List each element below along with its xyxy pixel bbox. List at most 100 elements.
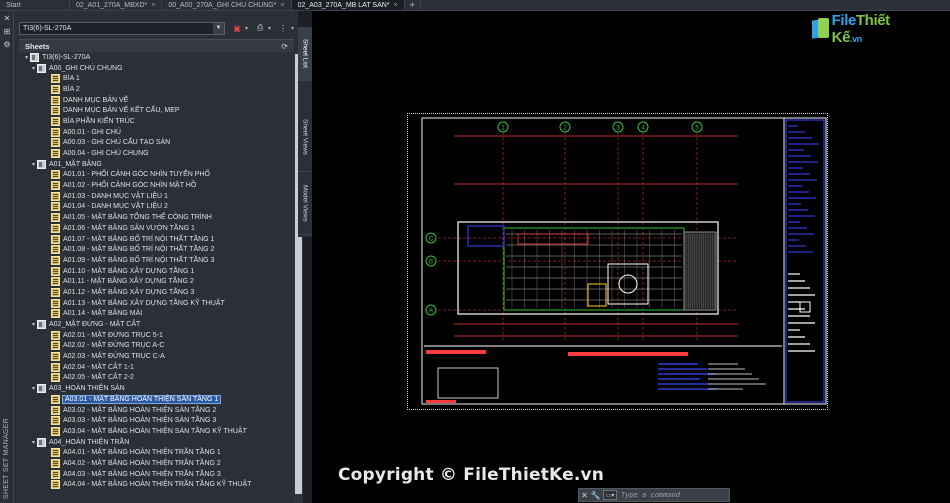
sheet-item[interactable]: A01.02 - PHỐI CẢNH GÓC NHÌN MẶT HỒ <box>19 180 294 191</box>
sheet-item[interactable]: A01.09 - MẶT BẰNG BỐ TRÍ NỘI THẤT TẦNG 3 <box>19 255 294 266</box>
sheet-item[interactable]: A01.03 - DANH MỤC VẬT LIỆU 1 <box>19 191 294 202</box>
sheet-item[interactable]: BÌA PHẦN KIẾN TRÚC <box>19 116 294 127</box>
sheet-item[interactable]: A01.08 - MẶT BẰNG BỐ TRÍ NỘI THẤT TẦNG 2 <box>19 244 294 255</box>
sheet-item[interactable]: A01.10 - MẶT BẰNG XÂY DỰNG TẦNG 1 <box>19 266 294 277</box>
chevron-down-icon[interactable]: ▼ <box>213 22 224 34</box>
sheet-item[interactable]: A02.02 - MẶT ĐỨNG TRỤC A-C <box>19 341 294 352</box>
sheet-item[interactable]: A01.04 - DANH MỤC VẬT LIỆU 2 <box>19 202 294 213</box>
tab-document[interactable]: 02_A01_270A_MBXD* × <box>70 0 163 10</box>
sheet-icon <box>51 352 60 362</box>
tab-document[interactable]: 00_A00_270A_GHI CHU CHUNG* × <box>162 0 292 10</box>
tree-item-label: A01.08 - MẶT BẰNG BỐ TRÍ NỘI THẤT TẦNG 2 <box>63 246 215 254</box>
document-tab-bar: Start 02_A01_270A_MBXD* × 00_A00_270A_GHI C… <box>0 0 950 11</box>
sheet-icon <box>51 287 60 297</box>
close-icon[interactable]: ✕ <box>579 491 590 500</box>
expand-toggle-icon[interactable]: ▾ <box>30 65 37 72</box>
chevron-down-icon[interactable]: ▾ <box>291 25 294 32</box>
expand-toggle-icon[interactable]: ▾ <box>30 385 37 392</box>
sheet-item[interactable]: A01.12 - MẶT BẰNG XÂY DỰNG TẦNG 3 <box>19 287 294 298</box>
sheet-set-root[interactable]: ▾ TI3(6)-SL-270A <box>19 52 294 63</box>
sheet-item[interactable]: A01.06 - MẶT BẰNG SÂN VƯỜN TẦNG 1 <box>19 223 294 234</box>
tab-document[interactable]: 02_A03_270A_MB LAT SAN* × <box>291 0 405 10</box>
sheet-item[interactable]: BÌA 1 <box>19 73 294 84</box>
expand-toggle-icon[interactable]: ▾ <box>30 439 37 446</box>
sheet-item[interactable]: A03.01 - MẶT BẰNG HOÀN THIỆN SÀN TẦNG 1 <box>19 394 294 405</box>
sheet-item[interactable]: DANH MỤC BẢN VẼ <box>19 95 294 106</box>
palette-title-strip: ✕ ⊞ ⚙ SHEET SET MANAGER <box>0 11 14 503</box>
sheet-icon <box>51 234 60 244</box>
expand-toggle-icon[interactable]: ▾ <box>30 321 37 328</box>
sheet-item[interactable]: A03.04 - MẶT BẰNG HOÀN THIỆN SÀN TẦNG KỸ… <box>19 426 294 437</box>
sheet-item[interactable]: A04.02 - MẶT BẰNG HOÀN THIỆN TRẦN TẦNG 2 <box>19 458 294 469</box>
sheet-item[interactable]: A02.04 - MẶT CẮT 1-1 <box>19 362 294 373</box>
wrench-icon[interactable]: 🔧 <box>590 491 601 500</box>
sheet-item[interactable]: A01.05 - MẶT BẰNG TỔNG THỂ CÔNG TRÌNH <box>19 212 294 223</box>
tree-item-label: A01.14 - MẶT BẰNG MÁI <box>63 310 143 318</box>
sheet-item[interactable]: A01.07 - MẶT BẰNG BỐ TRÍ NỘI THẤT TẦNG 1 <box>19 234 294 245</box>
tab-label: 02_A01_270A_MBXD* <box>76 1 148 9</box>
logo-text-file: File <box>831 12 857 29</box>
sheet-icon <box>51 255 60 265</box>
sheet-item[interactable]: A00.03 - GHI CHÚ CẤU TẠO SÀN <box>19 138 294 149</box>
sheet-item[interactable]: A00.04 - GHI CHÚ CHUNG <box>19 148 294 159</box>
tab-close-icon[interactable]: × <box>280 2 284 9</box>
sheet-item[interactable]: A02.03 - MẶT ĐỨNG TRỤC C-A <box>19 351 294 362</box>
chevron-down-icon[interactable]: ▾ <box>245 25 248 32</box>
sheet-icon <box>51 341 60 351</box>
sheet-item[interactable]: A00.01 - GHI CHÚ <box>19 127 294 138</box>
tab-start[interactable]: Start <box>0 0 70 10</box>
tree-item-label: A03.02 - MẶT BẰNG HOÀN THIỆN SÀN TẦNG 2 <box>63 406 217 414</box>
sheet-set-dropdown[interactable]: TI3(6)-SL-270A ▼ <box>19 21 225 35</box>
sheet-icon <box>51 95 60 105</box>
sheet-item[interactable]: A04.01 - MẶT BẰNG HOÀN THIỆN TRẦN TẦNG 1 <box>19 447 294 458</box>
sheet-tree[interactable]: ▾ TI3(6)-SL-270A ▾ A00_GHI CHÚ CHUNG BÌA 1 BÌ… <box>19 52 294 503</box>
subset-item[interactable]: ▾ A02_MẶT ĐỨNG - MẶT CẮT <box>19 319 294 330</box>
sheet-item[interactable]: A01.13 - MẶT BẰNG XÂY DỰNG TẦNG KỸ THUẬT <box>19 298 294 309</box>
sheet-item[interactable]: BÌA 2 <box>19 84 294 95</box>
refresh-icon[interactable]: ⟳ <box>281 42 288 51</box>
command-input[interactable] <box>619 489 729 501</box>
tree-item-label: A00_GHI CHÚ CHUNG <box>49 64 123 72</box>
tree-item-label: A01.06 - MẶT BẰNG SÂN VƯỜN TẦNG 1 <box>63 224 195 232</box>
sheets-header-label: Sheets <box>25 41 50 51</box>
sheet-item[interactable]: A04.03 - MẶT BẰNG HOÀN THIỆN TRẦN TẦNG 3 <box>19 469 294 480</box>
tab-close-icon[interactable]: × <box>151 2 155 9</box>
sheet-item[interactable]: A03.02 - MẶT BẰNG HOÀN THIỆN SÀN TẦNG 2 <box>19 405 294 416</box>
sheet-item[interactable]: DANH MỤC BẢN VẼ KẾT CẤU, MEP <box>19 105 294 116</box>
chevron-down-icon[interactable]: ▾ <box>268 25 271 32</box>
subset-item[interactable]: ▾ A01_MẶT BẰNG <box>19 159 294 170</box>
sheet-item[interactable]: A01.01 - PHỐI CẢNH GÓC NHÌN TUYẾN PHỐ <box>19 170 294 181</box>
pin-icon[interactable]: ⊞ <box>2 27 12 37</box>
new-sheet-icon[interactable]: ▣ <box>230 22 244 34</box>
sheet-icon <box>51 266 60 276</box>
tree-item-label: A02.02 - MẶT ĐỨNG TRỤC A-C <box>63 342 165 350</box>
subset-item[interactable]: ▾ A04_HOÀN THIỆN TRẦN <box>19 437 294 448</box>
expand-toggle-icon[interactable]: ▾ <box>30 161 37 168</box>
tab-sheet-list[interactable]: Sheet List <box>298 27 312 81</box>
tree-item-label: A03.03 - MẶT BẰNG HOÀN THIỆN SÀN TẦNG 3 <box>63 417 217 425</box>
properties-icon[interactable]: ⚙ <box>2 40 12 50</box>
tab-sheet-views[interactable]: Sheet Views <box>298 104 312 172</box>
sheet-item[interactable]: A01.14 - MẶT BẰNG MÁI <box>19 309 294 320</box>
sheet-item[interactable]: A02.01 - MẶT ĐỨNG TRỤC 5-1 <box>19 330 294 341</box>
tab-close-icon[interactable]: × <box>394 2 398 9</box>
close-icon[interactable]: ✕ <box>2 14 12 24</box>
sheet-selection-icon[interactable]: ⋮ <box>276 22 290 34</box>
tab-model-views[interactable]: Model Views <box>298 172 312 235</box>
command-prompt-icon[interactable]: ▭▾ <box>603 490 617 500</box>
sheet-icon <box>51 373 60 383</box>
subset-item[interactable]: ▾ A00_GHI CHÚ CHUNG <box>19 63 294 74</box>
sheet-item[interactable]: A04.04 - MẶT BẰNG HOÀN THIỆN TRẦN TẦNG K… <box>19 480 294 491</box>
floor-plan-drawing: 1 2 3 4 5CBA <box>421 117 827 405</box>
new-tab-button[interactable]: + <box>405 0 421 10</box>
sheet-item[interactable]: A01.11 - MẶT BẰNG XÂY DỰNG TẦNG 2 <box>19 276 294 287</box>
tree-item-label: A02.01 - MẶT ĐỨNG TRỤC 5-1 <box>63 331 163 339</box>
subset-item[interactable]: ▾ A03_HOÀN THIỆN SÀN <box>19 383 294 394</box>
sheet-item[interactable]: A02.05 - MẶT CẮT 2-2 <box>19 373 294 384</box>
sheet-set-dropdown-value: TI3(6)-SL-270A <box>23 24 72 32</box>
publish-icon[interactable]: ⎙ <box>253 22 267 34</box>
tree-item-label: BÌA 2 <box>63 85 80 93</box>
expand-toggle-icon[interactable]: ▾ <box>23 54 30 61</box>
sheet-item[interactable]: A03.03 - MẶT BẰNG HOÀN THIỆN SÀN TẦNG 3 <box>19 415 294 426</box>
drawing-canvas[interactable]: 12345CBA <box>312 11 950 503</box>
